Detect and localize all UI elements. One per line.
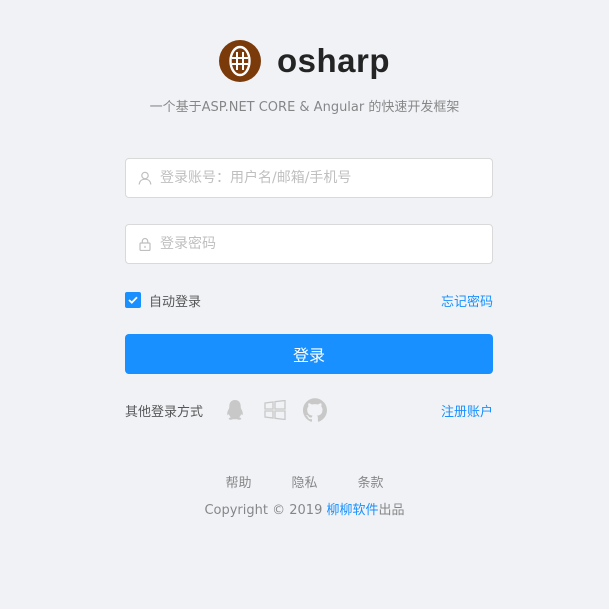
- copyright-icon: ©: [272, 503, 286, 518]
- lock-icon: [138, 237, 152, 251]
- username-field[interactable]: [125, 158, 493, 198]
- windows-icon[interactable]: [263, 398, 287, 422]
- user-icon: [138, 171, 152, 185]
- footer-links: 帮助 隐私 条款: [0, 472, 609, 491]
- app-description: 一个基于ASP.NET CORE & Angular 的快速开发框架: [149, 100, 460, 115]
- remember-me-checkbox[interactable]: 自动登录: [125, 291, 201, 310]
- checkbox-checked-icon[interactable]: [125, 292, 141, 308]
- other-login-row: 其他登录方式 注册账户: [125, 396, 493, 424]
- app-title: osharp: [276, 42, 391, 79]
- copyright-suffix: 出品: [378, 503, 405, 518]
- register-link[interactable]: 注册账户: [441, 401, 493, 420]
- copyright: Copyright © 2019 柳柳软件出品: [0, 501, 609, 521]
- osharp-logo-icon: [218, 40, 261, 82]
- username-input[interactable]: [160, 163, 492, 193]
- remember-row: 自动登录 忘记密码: [125, 290, 493, 310]
- remember-me-label: 自动登录: [149, 294, 202, 310]
- copyright-year: 2019: [289, 503, 323, 518]
- header: osharp: [0, 38, 609, 84]
- footer-link-privacy[interactable]: 隐私: [291, 472, 317, 491]
- other-login-label: 其他登录方式: [125, 404, 204, 420]
- forgot-password-link[interactable]: 忘记密码: [441, 291, 493, 310]
- qq-icon[interactable]: [223, 398, 247, 422]
- password-field[interactable]: [125, 224, 493, 264]
- login-button[interactable]: 登录: [125, 334, 493, 374]
- password-input[interactable]: [160, 229, 492, 259]
- footer-link-help[interactable]: 帮助: [225, 472, 251, 491]
- github-icon[interactable]: [303, 398, 327, 422]
- copyright-prefix: Copyright: [204, 503, 268, 518]
- footer-link-terms[interactable]: 条款: [358, 472, 384, 491]
- company-link[interactable]: 柳柳软件: [327, 503, 379, 518]
